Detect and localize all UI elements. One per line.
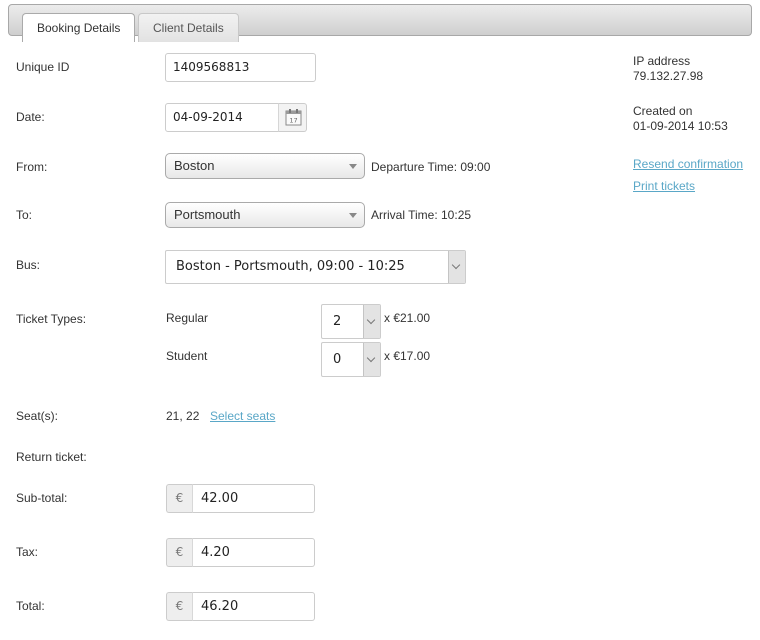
date-label: Date: [16,110,45,124]
created-on-label: Created on [633,104,693,118]
caret-down-icon [349,164,357,169]
total-label: Total: [16,599,45,613]
subtotal-field: € 42.00 [166,484,315,513]
chevron-down-icon [366,315,376,324]
calendar-day: 17 [289,117,297,125]
from-select[interactable]: Boston [165,153,365,179]
ticket-types-label: Ticket Types: [16,312,87,326]
from-select-value: Boston [174,158,215,173]
bus-label: Bus: [16,258,41,272]
student-quantity-toggle[interactable] [363,343,380,376]
euro-icon: € [166,484,193,513]
departure-time: Departure Time: 09:00 [371,160,491,174]
date-picker-button[interactable]: 17 [278,103,307,132]
seats-value: 21, 22 [166,409,200,423]
regular-price: x €21.00 [384,311,431,325]
total-input[interactable]: 46.20 [193,592,315,621]
resend-confirmation-link[interactable]: Resend confirmation [633,157,743,171]
to-label: To: [16,208,33,222]
ip-address-label: IP address [633,54,691,68]
arrival-time: Arrival Time: 10:25 [371,208,472,222]
bus-select-toggle[interactable] [448,251,465,283]
euro-icon: € [166,538,193,567]
subtotal-label: Sub-total: [16,491,68,505]
student-quantity-select[interactable]: 0 [321,342,381,377]
bus-select-value: Boston - Portsmouth, 09:00 - 10:25 [176,259,405,274]
student-price: x €17.00 [384,349,431,363]
unique-id-label: Unique ID [16,60,70,74]
regular-quantity-select[interactable]: 2 [321,304,381,339]
ticket-type-student-label: Student [166,349,208,363]
caret-down-icon [349,213,357,218]
tab-client-details[interactable]: Client Details [138,13,239,42]
tax-label: Tax: [16,545,39,559]
from-label: From: [16,160,48,174]
unique-id-input[interactable]: 1409568813 [165,53,316,82]
subtotal-input[interactable]: 42.00 [193,484,315,513]
to-select[interactable]: Portsmouth [165,202,365,228]
tab-bar: Booking Details Client Details [8,4,752,42]
to-select-value: Portsmouth [174,207,241,222]
chevron-down-icon [366,353,376,362]
date-input[interactable]: 04-09-2014 [165,103,279,132]
chevron-down-icon [451,260,461,270]
tax-field: € 4.20 [166,538,315,567]
ip-address-value: 79.132.27.98 [633,69,704,83]
print-tickets-link[interactable]: Print tickets [633,179,695,193]
tab-booking-details[interactable]: Booking Details [22,13,136,42]
seats-label: Seat(s): [16,409,59,423]
student-quantity-value: 0 [333,352,342,367]
bus-select[interactable]: Boston - Portsmouth, 09:00 - 10:25 [165,250,466,284]
euro-icon: € [166,592,193,621]
return-ticket-label: Return ticket: [16,450,87,464]
select-seats-link[interactable]: Select seats [210,409,275,423]
regular-quantity-toggle[interactable] [363,305,380,338]
tax-input[interactable]: 4.20 [193,538,315,567]
calendar-icon: 17 [285,109,302,126]
regular-quantity-value: 2 [333,314,342,329]
total-field: € 46.20 [166,592,315,621]
created-on-value: 01-09-2014 10:53 [633,119,728,133]
ticket-type-regular-label: Regular [166,311,209,325]
